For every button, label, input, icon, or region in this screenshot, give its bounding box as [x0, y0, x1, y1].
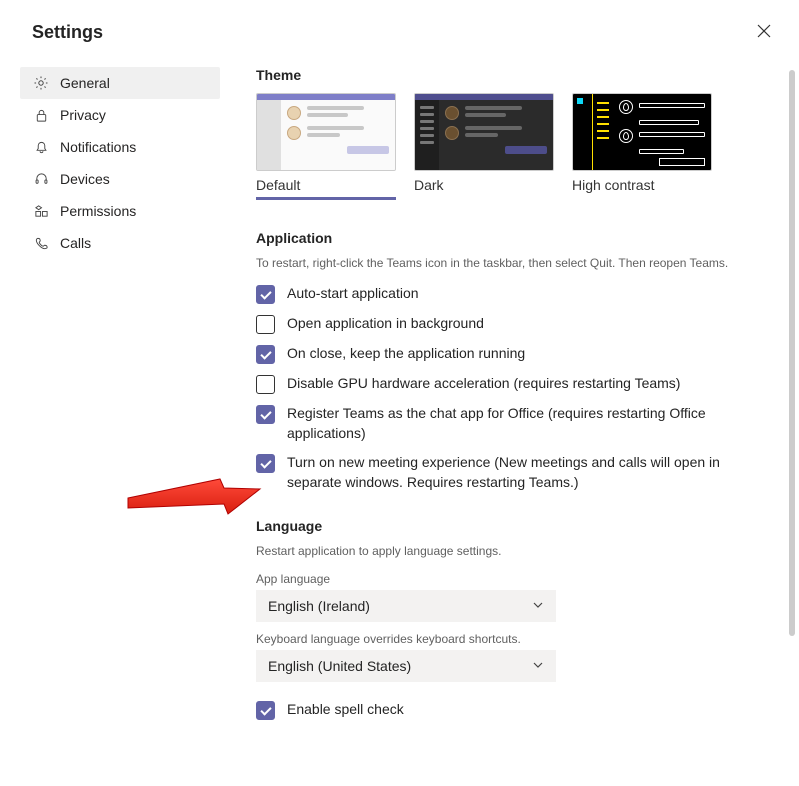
checkbox-disable-gpu[interactable]	[256, 375, 275, 394]
checkbox-enable-spell-check[interactable]	[256, 701, 275, 720]
checkbox-label: Enable spell check	[287, 700, 404, 720]
scrollbar[interactable]	[789, 70, 795, 636]
checkbox-on-close-running[interactable]	[256, 345, 275, 364]
chevron-down-icon	[532, 598, 544, 614]
theme-preview-dark	[414, 93, 554, 171]
headset-icon	[32, 170, 50, 188]
sidebar-item-general[interactable]: General	[20, 67, 220, 99]
language-section-header: Language	[256, 518, 769, 534]
settings-sidebar: General Privacy Notifications Devices Pe…	[20, 67, 220, 779]
sidebar-item-notifications[interactable]: Notifications	[20, 131, 220, 163]
keyboard-language-select[interactable]: English (United States)	[256, 650, 556, 682]
close-button[interactable]	[757, 24, 771, 41]
app-language-label: App language	[256, 572, 769, 586]
sidebar-item-label: Permissions	[60, 203, 136, 219]
sidebar-item-label: Notifications	[60, 139, 136, 155]
application-section-header: Application	[256, 230, 769, 246]
settings-main: Theme Default	[220, 67, 799, 779]
lock-icon	[32, 106, 50, 124]
sidebar-item-permissions[interactable]: Permissions	[20, 195, 220, 227]
checkbox-label: Register Teams as the chat app for Offic…	[287, 404, 727, 443]
application-checklist: Auto-start application Open application …	[256, 284, 769, 492]
theme-option-default[interactable]: Default	[256, 93, 396, 200]
blocks-icon	[32, 202, 50, 220]
select-value: English (Ireland)	[268, 598, 370, 614]
sidebar-item-label: Privacy	[60, 107, 106, 123]
sidebar-item-calls[interactable]: Calls	[20, 227, 220, 259]
checkbox-new-meeting-experience[interactable]	[256, 454, 275, 473]
theme-section-header: Theme	[256, 67, 769, 83]
application-note: To restart, right-click the Teams icon i…	[256, 256, 769, 270]
app-language-select[interactable]: English (Ireland)	[256, 590, 556, 622]
theme-option-dark[interactable]: Dark	[414, 93, 554, 200]
checkbox-label: On close, keep the application running	[287, 344, 525, 364]
theme-option-label: Default	[256, 171, 396, 200]
theme-preview-default	[256, 93, 396, 171]
select-value: English (United States)	[268, 658, 411, 674]
theme-option-label: Dark	[414, 171, 554, 197]
phone-icon	[32, 234, 50, 252]
theme-option-label: High contrast	[572, 171, 712, 197]
sidebar-item-label: Calls	[60, 235, 91, 251]
checkbox-label: Turn on new meeting experience (New meet…	[287, 453, 727, 492]
theme-preview-high-contrast	[572, 93, 712, 171]
language-note: Restart application to apply language se…	[256, 544, 769, 558]
checkbox-label: Auto-start application	[287, 284, 419, 304]
theme-option-high-contrast[interactable]: High contrast	[572, 93, 712, 200]
checkbox-register-chat-app[interactable]	[256, 405, 275, 424]
keyboard-language-label: Keyboard language overrides keyboard sho…	[256, 632, 769, 646]
checkbox-label: Disable GPU hardware acceleration (requi…	[287, 374, 680, 394]
gear-icon	[32, 74, 50, 92]
chevron-down-icon	[532, 658, 544, 674]
checkbox-label: Open application in background	[287, 314, 484, 334]
close-icon	[757, 24, 771, 38]
bell-icon	[32, 138, 50, 156]
sidebar-item-label: General	[60, 75, 110, 91]
page-title: Settings	[0, 0, 799, 43]
checkbox-open-background[interactable]	[256, 315, 275, 334]
sidebar-item-privacy[interactable]: Privacy	[20, 99, 220, 131]
sidebar-item-devices[interactable]: Devices	[20, 163, 220, 195]
sidebar-item-label: Devices	[60, 171, 110, 187]
checkbox-auto-start[interactable]	[256, 285, 275, 304]
